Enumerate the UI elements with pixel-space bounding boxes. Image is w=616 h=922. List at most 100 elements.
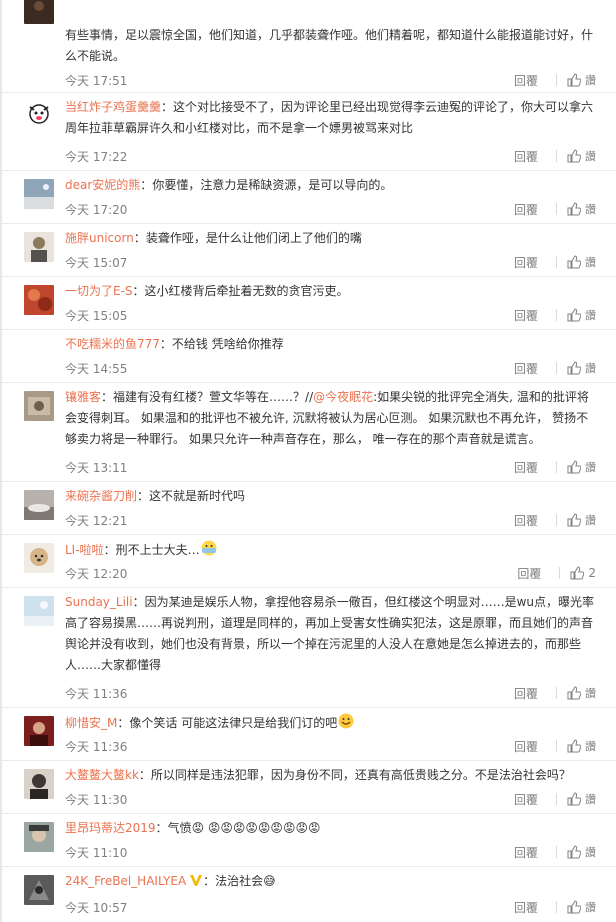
like-button[interactable]: 讚 [585, 254, 596, 270]
reply-button[interactable]: 回覆 [514, 254, 538, 271]
thumbs-up-icon[interactable] [567, 149, 581, 163]
comment-item: LI-啦啦：刑不上士大夫… 今天 12:20 回覆 2 [2, 535, 616, 588]
comment-username[interactable]: 不吃糯米的鱼777 [65, 337, 160, 351]
comment-body: 装聋作哑，是什么让他们闭上了他们的嘴 [145, 231, 362, 245]
like-button[interactable]: 讚 [585, 459, 596, 475]
avatar[interactable] [24, 232, 54, 262]
comment-feed: 有些事情，足以震惊全国，他们知道，几乎都装聋作哑。他们精着呢，都知道什么能报道能… [0, 0, 616, 922]
avatar[interactable] [24, 391, 54, 421]
like-button[interactable]: 讚 [585, 307, 596, 323]
avatar[interactable] [24, 490, 54, 520]
avatar[interactable] [24, 543, 54, 573]
avatar[interactable] [24, 716, 54, 746]
like-button[interactable]: 讚 [585, 72, 596, 88]
comment-username[interactable]: 里昂玛蒂达2019 [65, 821, 156, 835]
comment-item: dear安妮的熊：你要懂，注意力是稀缺资源，是可以导向的。 今天 17:20 回… [2, 171, 616, 224]
like-button[interactable]: 讚 [585, 791, 596, 807]
avatar[interactable] [24, 596, 54, 626]
avatar[interactable] [24, 285, 54, 315]
avatar[interactable] [24, 769, 54, 799]
comment-time: 今天 12:21 [65, 514, 128, 528]
comment-text: LI-啦啦：刑不上士大夫… [65, 539, 596, 564]
like-count[interactable]: 2 [588, 566, 596, 580]
comment-username[interactable]: 来碗杂酱刀削 [65, 489, 137, 503]
comment-body: 有些事情，足以震惊全国，他们知道，几乎都装聋作哑。他们精着呢，都知道什么能报道能… [65, 28, 594, 63]
reply-button[interactable]: 回覆 [514, 512, 538, 529]
thumbs-up-icon[interactable] [570, 566, 585, 580]
comment-username[interactable]: 当红炸子鸡蛋羹羹 [65, 100, 161, 114]
thumbs-up-icon[interactable] [567, 361, 581, 375]
reply-button[interactable]: 回覆 [514, 685, 538, 702]
divider [556, 514, 557, 526]
comment-actions: 回覆 2 [517, 565, 596, 581]
like-button[interactable]: 讚 [585, 148, 596, 164]
reply-button[interactable]: 回覆 [514, 844, 538, 861]
comment-actions: 回覆 讚 [514, 201, 596, 217]
like-button[interactable]: 讚 [585, 512, 596, 528]
thumbs-up-icon[interactable] [567, 308, 581, 322]
comment-actions: 回覆 讚 [514, 307, 596, 323]
comment-username[interactable]: LI-啦啦 [65, 543, 104, 557]
comment-username[interactable]: 镶雅客 [65, 390, 101, 404]
like-button[interactable]: 讚 [585, 844, 596, 860]
comment-time: 今天 13:11 [65, 461, 128, 475]
reply-button[interactable]: 回覆 [514, 360, 538, 377]
like-button[interactable]: 讚 [585, 685, 596, 701]
thumbs-up-icon[interactable] [567, 845, 581, 859]
comment-actions: 回覆 讚 [514, 844, 596, 860]
avatar[interactable] [24, 0, 54, 24]
comment-item: Sunday_Lili：因为某迪是娱乐人物，拿捏他容易杀一儆百，但红楼这个明显对… [2, 588, 616, 708]
comment-body: 因为某迪是娱乐人物，拿捏他容易杀一儆百，但红楼这个明显对……是wu点，曝光率高了… [65, 595, 595, 672]
thumbs-up-icon[interactable] [567, 900, 581, 914]
reply-button[interactable]: 回覆 [514, 738, 538, 755]
comment-actions: 回覆 讚 [514, 360, 596, 376]
reply-button[interactable]: 回覆 [514, 201, 538, 218]
comment-username[interactable]: 柳惜安_M [65, 716, 117, 730]
comment-username[interactable]: 施胖unicorn [65, 231, 134, 245]
avatar[interactable] [24, 875, 54, 905]
reply-button[interactable]: 回覆 [514, 791, 538, 808]
comment-body: 法治社会😅 [215, 874, 276, 888]
comment-username[interactable]: 大鳌鳌大鳌kk [65, 768, 139, 782]
comment-username[interactable]: Sunday_Lili [65, 595, 133, 609]
comment-text: 施胖unicorn：装聋作哑，是什么让他们闭上了他们的嘴 [65, 231, 362, 245]
mention-link[interactable]: @今夜眠花 [313, 390, 373, 404]
comment-text: 柳惜安_M：像个笑话 可能这法律只是给我们订的吧 [65, 712, 596, 737]
comment-actions: 回覆 讚 [514, 254, 596, 270]
divider [556, 740, 557, 752]
reply-button[interactable]: 回覆 [517, 565, 541, 582]
like-button[interactable]: 讚 [585, 360, 596, 376]
thumbs-up-icon[interactable] [567, 73, 581, 87]
comment-actions: 回覆 讚 [514, 899, 596, 915]
reply-button[interactable]: 回覆 [514, 72, 538, 89]
thumbs-up-icon[interactable] [567, 255, 581, 269]
thumbs-up-icon[interactable] [567, 513, 581, 527]
avatar[interactable] [24, 822, 54, 852]
comment-username[interactable]: 一切为了E-S [65, 284, 133, 298]
reply-button[interactable]: 回覆 [514, 307, 538, 324]
comment-actions: 回覆 讚 [514, 738, 596, 754]
comment-item: 柳惜安_M：像个笑话 可能这法律只是给我们订的吧 今天 11:36 回覆 讚 [2, 708, 616, 761]
divider [556, 150, 557, 162]
comment-body: 你要懂，注意力是稀缺资源，是可以导向的。 [152, 178, 393, 192]
comment-text: 来碗杂酱刀削：这不就是新时代吗 [65, 489, 246, 503]
thumbs-up-icon[interactable] [567, 792, 581, 806]
comment-username[interactable]: 24K_FreBel_HAILYEA [65, 874, 186, 888]
thumbs-up-icon[interactable] [567, 739, 581, 753]
thumbs-up-icon[interactable] [567, 686, 581, 700]
thumbs-up-icon[interactable] [567, 460, 581, 474]
comment-username[interactable]: dear安妮的熊 [65, 178, 140, 192]
avatar[interactable] [24, 101, 54, 131]
divider [556, 687, 557, 699]
reply-button[interactable]: 回覆 [514, 459, 538, 476]
comment-time: 今天 11:36 [65, 687, 128, 701]
like-button[interactable]: 讚 [585, 899, 596, 915]
thumbs-up-icon[interactable] [567, 202, 581, 216]
like-button[interactable]: 讚 [585, 201, 596, 217]
divider [556, 256, 557, 268]
comment-body: 气愤😡 😡😡😡😡😡😡😡😡😡 [167, 821, 321, 835]
reply-button[interactable]: 回覆 [514, 148, 538, 165]
avatar[interactable] [24, 179, 54, 209]
like-button[interactable]: 讚 [585, 738, 596, 754]
reply-button[interactable]: 回覆 [514, 899, 538, 916]
